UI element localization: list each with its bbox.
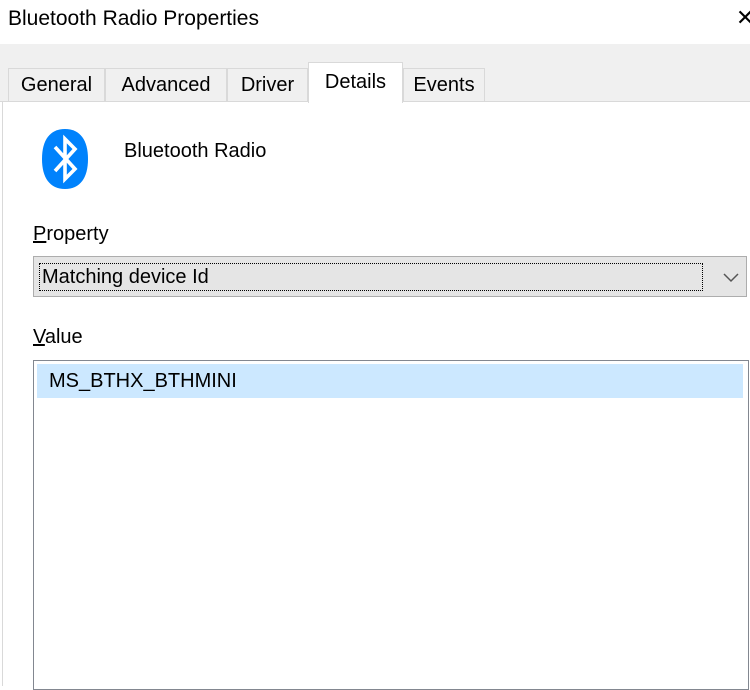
- chevron-down-icon: [723, 273, 739, 283]
- value-label: Value: [33, 324, 83, 350]
- properties-dialog: Bluetooth Radio Properties ✕ General Adv…: [0, 0, 750, 690]
- property-label-text: roperty: [46, 223, 109, 245]
- property-label-accelerator: P: [33, 223, 47, 245]
- device-name: Bluetooth Radio: [124, 140, 267, 162]
- value-label-text: alue: [44, 326, 83, 348]
- window-title: Bluetooth Radio Properties: [8, 7, 259, 30]
- value-label-accelerator: V: [33, 326, 45, 348]
- value-list[interactable]: MS_BTHX_BTHMINI: [33, 360, 749, 690]
- tab-advanced[interactable]: Advanced: [105, 68, 227, 101]
- property-selected-value: Matching device Id: [39, 263, 703, 291]
- tab-details[interactable]: Details: [308, 62, 403, 103]
- tab-general[interactable]: General: [8, 68, 105, 101]
- list-item[interactable]: MS_BTHX_BTHMINI: [37, 364, 743, 398]
- property-label: Property: [33, 221, 109, 247]
- tab-strip: General Advanced Driver Details Events: [0, 44, 750, 103]
- bluetooth-icon: [42, 129, 88, 189]
- tab-events[interactable]: Events: [403, 68, 485, 101]
- property-dropdown[interactable]: Matching device Id: [33, 256, 747, 297]
- close-button[interactable]: ✕: [736, 0, 750, 36]
- tab-driver[interactable]: Driver: [227, 68, 308, 101]
- title-bar: Bluetooth Radio Properties ✕: [0, 0, 750, 44]
